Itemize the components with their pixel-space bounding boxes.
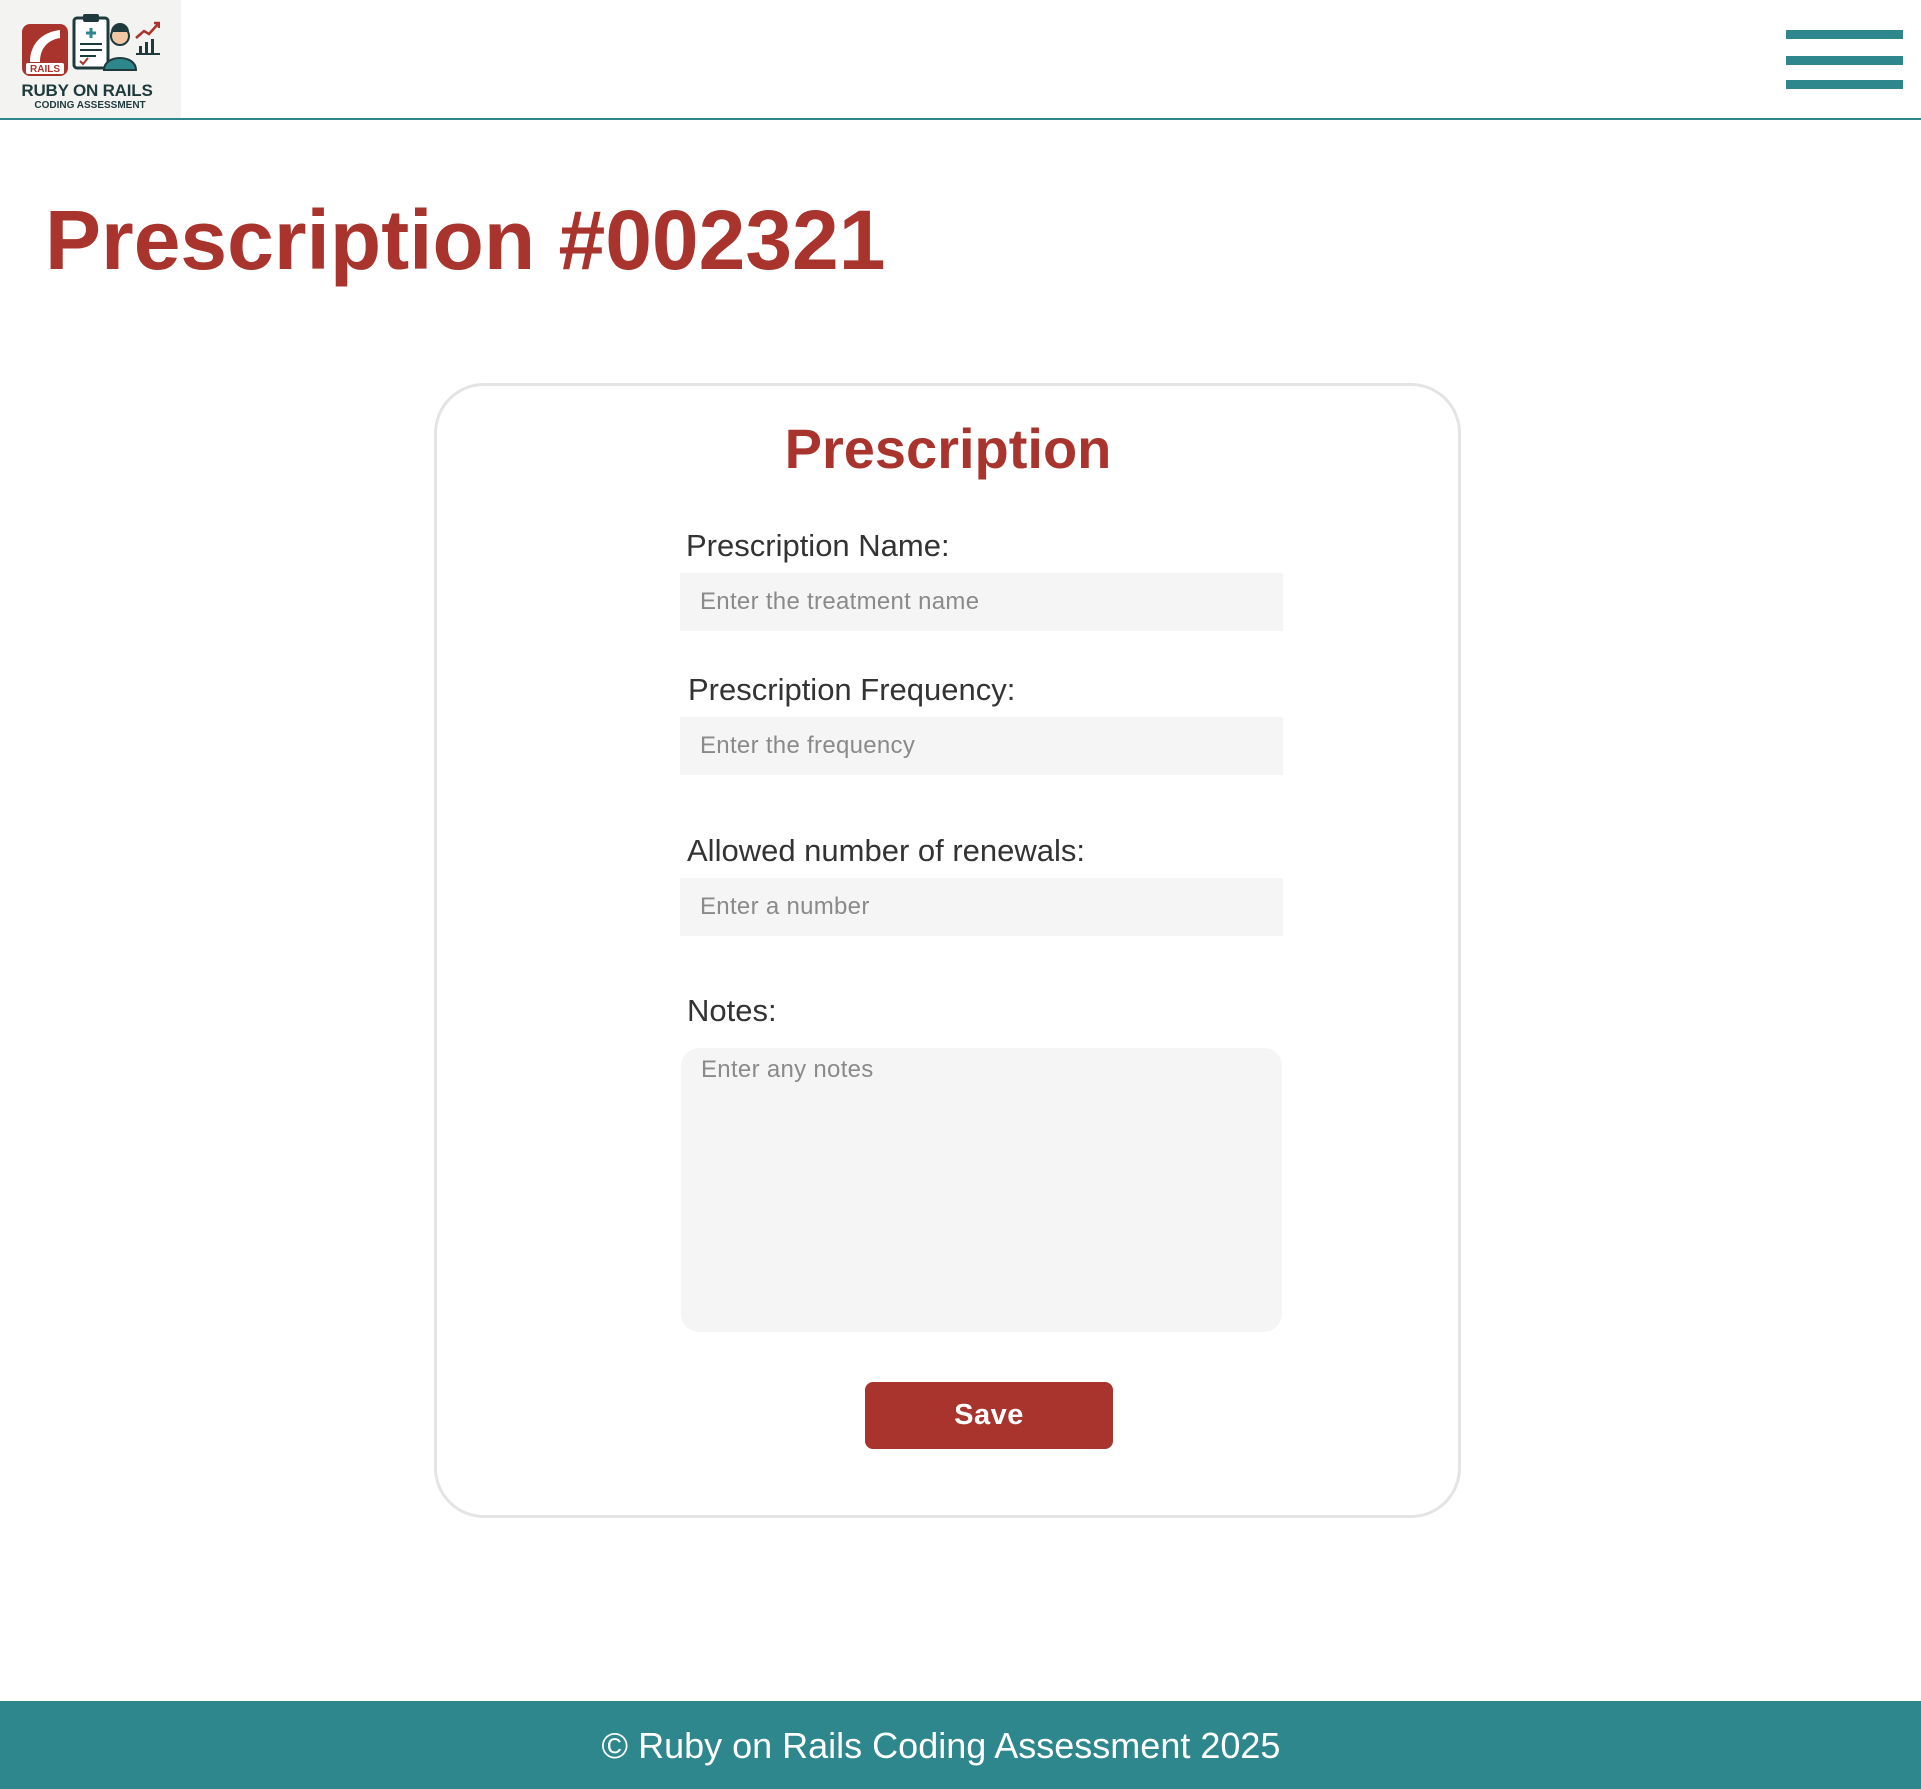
save-button[interactable]: Save xyxy=(865,1382,1113,1449)
site-logo[interactable]: RAILS RUBY ON RAILS CODING ASSESSMENT xyxy=(0,0,181,118)
page-title: Prescription #002321 xyxy=(45,193,886,287)
prescription-form-card: Prescription Prescription Name: Prescrip… xyxy=(434,383,1461,1518)
hamburger-menu-icon[interactable] xyxy=(1786,30,1903,92)
prescription-name-input[interactable] xyxy=(680,573,1283,631)
renewals-input[interactable] xyxy=(680,878,1283,936)
app-root: RAILS RUBY ON RAILS CODING ASSESSMENT Pr… xyxy=(0,0,1921,1789)
logo-illustration: RAILS xyxy=(22,14,160,76)
rails-icon: RAILS xyxy=(22,24,68,76)
menu-bar xyxy=(1786,80,1903,89)
logo-title: RUBY ON RAILS xyxy=(21,81,153,100)
clipboard-icon xyxy=(72,14,110,70)
chart-icon xyxy=(135,21,160,55)
menu-bar xyxy=(1786,56,1903,65)
site-footer: © Ruby on Rails Coding Assessment 2025 xyxy=(0,1701,1921,1789)
form-title: Prescription xyxy=(784,417,1112,480)
footer-copyright: © Ruby on Rails Coding Assessment 2025 xyxy=(601,1725,1281,1766)
prescription-frequency-label: Prescription Frequency: xyxy=(688,672,1016,707)
notes-label: Notes: xyxy=(687,993,777,1028)
site-header: RAILS RUBY ON RAILS CODING ASSESSMENT xyxy=(0,0,1921,120)
notes-textarea[interactable] xyxy=(681,1048,1282,1332)
rails-badge-text: RAILS xyxy=(30,64,60,75)
renewals-label: Allowed number of renewals: xyxy=(687,833,1086,868)
logo-subtitle: CODING ASSESSMENT xyxy=(34,100,146,111)
prescription-name-label: Prescription Name: xyxy=(686,528,950,563)
menu-bar xyxy=(1786,30,1903,39)
prescription-frequency-input[interactable] xyxy=(680,717,1283,775)
